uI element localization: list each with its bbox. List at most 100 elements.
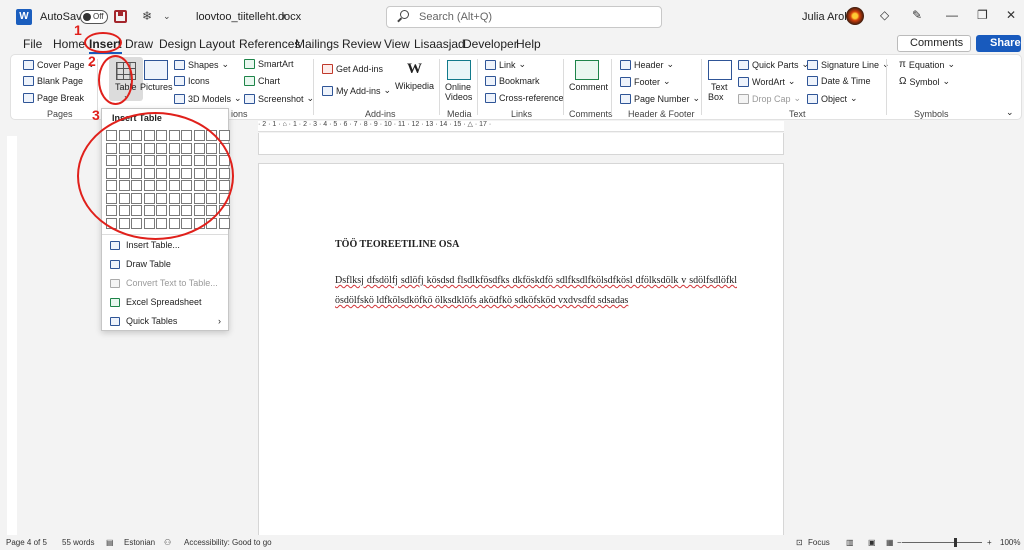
symbol-button[interactable]: Ω Symbol ⌄ (899, 76, 950, 87)
drop-cap-button[interactable]: Drop Cap ⌄ (738, 93, 801, 104)
language-indicator[interactable]: Estonian (124, 538, 155, 547)
screenshot-icon (244, 93, 255, 104)
signature-line-button[interactable]: Signature Line ⌄ (807, 59, 890, 70)
cross-reference-button[interactable]: Cross-reference (485, 93, 564, 103)
wordart-label: WordArt (752, 76, 785, 87)
minimize-icon[interactable]: — (946, 8, 958, 22)
comment-icon[interactable] (575, 60, 599, 80)
divider (701, 59, 702, 115)
page-number-button[interactable]: Page Number ⌄ (620, 93, 700, 104)
page-break-button[interactable]: Page Break (23, 93, 84, 103)
screenshot-button[interactable]: Screenshot ⌄ (244, 93, 314, 104)
date-time-button[interactable]: Date & Time (807, 76, 871, 86)
touch-mode-icon[interactable]: ❄ (142, 9, 152, 23)
comment-label[interactable]: Comment (569, 82, 608, 92)
tab-home[interactable]: Home (53, 37, 85, 51)
share-button[interactable]: Share (976, 35, 1021, 52)
quick-tables-item[interactable]: Quick Tables (110, 316, 177, 326)
online-videos-label-2[interactable]: Videos (445, 92, 472, 102)
status-bar: Page 4 of 5 55 words ▤ Estonian ⚇ Access… (0, 535, 1024, 550)
restore-icon[interactable]: ❐ (977, 8, 988, 22)
chevron-down-icon[interactable]: ▼ (280, 12, 288, 21)
autosave-toggle[interactable]: Off (80, 10, 108, 24)
smartart-button[interactable]: SmartArt (244, 59, 294, 69)
save-icon[interactable] (114, 10, 127, 23)
icons-button[interactable]: Icons (174, 76, 210, 86)
3d-models-button[interactable]: 3D Models ⌄ (174, 93, 242, 104)
table-grid-cell[interactable] (218, 217, 230, 229)
tab-review[interactable]: Review (342, 37, 381, 51)
get-addins-button[interactable]: Get Add-ins (322, 64, 383, 74)
accessibility-status[interactable]: Accessibility: Good to go (184, 538, 272, 547)
diamond-icon[interactable]: ◇ (880, 8, 889, 22)
close-icon[interactable]: ✕ (1006, 8, 1016, 22)
group-label-addins: Add-ins (365, 109, 396, 119)
wikipedia-label[interactable]: Wikipedia (395, 81, 434, 91)
text-box-label-2[interactable]: Box (708, 92, 724, 102)
web-layout-icon[interactable]: ▦ (886, 538, 894, 547)
customize-toolbar-icon[interactable]: ⌄ (163, 11, 171, 22)
comments-button[interactable]: Comments ⌄ (897, 35, 971, 64)
shapes-button[interactable]: Shapes ⌄ (174, 59, 229, 70)
object-button[interactable]: Object ⌄ (807, 93, 858, 104)
document-paragraph[interactable]: Dsflksj dfsdölfj sdlöfj kösdsd flsdlkfös… (335, 271, 737, 311)
blank-page-button[interactable]: Blank Page (23, 76, 83, 86)
tab-design[interactable]: Design (159, 37, 196, 51)
pictures-icon[interactable] (144, 60, 168, 80)
read-mode-icon[interactable]: ▥ (846, 538, 854, 547)
header-button[interactable]: Header ⌄ (620, 59, 674, 70)
tab-developer[interactable]: Developer (463, 37, 518, 51)
footer-button[interactable]: Footer ⌄ (620, 76, 671, 87)
collapse-ribbon-icon[interactable]: ⌄ (1006, 107, 1014, 118)
search-placeholder: Search (Alt+Q) (419, 11, 493, 23)
wikipedia-icon[interactable]: W (407, 61, 422, 78)
avatar[interactable] (846, 7, 864, 25)
online-videos-label-1[interactable]: Online (445, 82, 471, 92)
document-page[interactable]: TÖÖ TEOREETILINE OSA Dsflksj dfsdölfj sd… (258, 163, 784, 535)
zoom-level[interactable]: 100% (1000, 538, 1020, 547)
focus-label[interactable]: Focus (808, 538, 830, 547)
excel-spreadsheet-item[interactable]: Excel Spreadsheet (110, 297, 202, 307)
tab-references[interactable]: References (239, 37, 300, 51)
vertical-ruler[interactable] (7, 136, 17, 536)
quick-parts-button[interactable]: Quick Parts ⌄ (738, 59, 809, 70)
print-layout-icon[interactable]: ▣ (868, 538, 876, 547)
text-box-label-1[interactable]: Text (711, 82, 728, 92)
zoom-slider[interactable] (902, 542, 982, 543)
tab-layout[interactable]: Layout (199, 37, 235, 51)
pictures-label[interactable]: Pictures (140, 82, 173, 92)
tab-view[interactable]: View (384, 37, 410, 51)
online-video-icon[interactable] (447, 60, 471, 80)
insert-table-item[interactable]: Insert Table... (110, 240, 180, 250)
proofing-icon[interactable]: ▤ (106, 538, 114, 547)
convert-text-to-table-item[interactable]: Convert Text to Table... (110, 278, 218, 288)
blank-page-icon (23, 76, 34, 86)
tab-mailings[interactable]: Mailings (295, 37, 339, 51)
zoom-in-icon[interactable]: + (987, 538, 992, 547)
menu-bar: File Home Insert Draw Design Layout Refe… (0, 33, 1024, 55)
link-button[interactable]: Link ⌄ (485, 59, 526, 70)
draw-table-item[interactable]: Draw Table (110, 259, 171, 269)
document-heading[interactable]: TÖÖ TEOREETILINE OSA (335, 239, 459, 250)
page-indicator[interactable]: Page 4 of 5 (6, 538, 47, 547)
group-label-links: Links (511, 109, 533, 119)
annotation-number-2: 2 (88, 53, 96, 69)
my-addins-button[interactable]: My Add-ins ⌄ (322, 85, 391, 96)
zoom-slider-thumb[interactable] (954, 538, 957, 547)
bookmark-button[interactable]: Bookmark (485, 76, 540, 86)
chart-button[interactable]: Chart (244, 76, 280, 86)
text-box-icon[interactable] (708, 60, 732, 80)
pen-icon[interactable]: ✎ (912, 8, 922, 22)
cover-page-label: Cover Page (37, 59, 85, 70)
tab-lisaasjad[interactable]: Lisaasjad (414, 37, 465, 51)
wordart-button[interactable]: WordArt ⌄ (738, 76, 795, 87)
search-box[interactable]: Search (Alt+Q) (386, 6, 662, 28)
equation-button[interactable]: π Equation ⌄ (899, 59, 955, 70)
tab-help[interactable]: Help (516, 37, 541, 51)
cover-page-button[interactable]: Cover Page ⌄ (23, 59, 95, 70)
header-icon (620, 59, 631, 70)
tab-file[interactable]: File (23, 37, 42, 51)
word-count[interactable]: 55 words (62, 538, 94, 547)
zoom-out-icon[interactable]: − (897, 538, 902, 547)
tab-draw[interactable]: Draw (125, 37, 153, 51)
